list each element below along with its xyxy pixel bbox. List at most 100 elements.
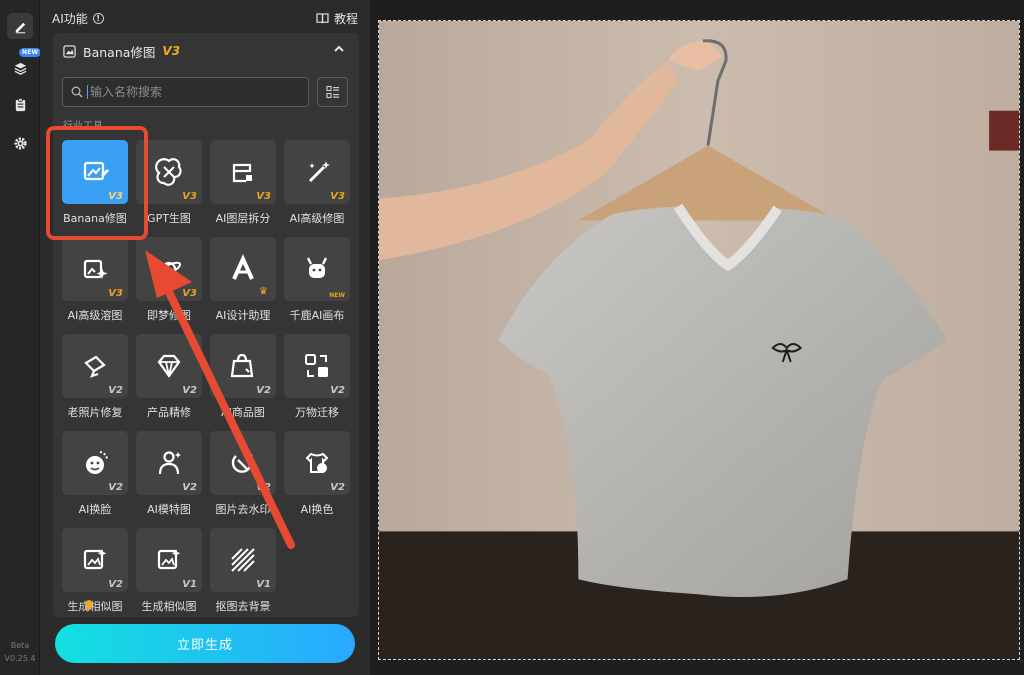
version-number: V0.25.4 [4, 654, 36, 663]
diamond-icon [157, 354, 181, 378]
tool-label: 抠图去背景 [215, 600, 271, 613]
tool-tile[interactable]: V2 [62, 431, 128, 495]
tool-label: 图片去水印 [215, 503, 271, 516]
tool-version-tag: V3 [182, 191, 197, 202]
generate-button[interactable]: 立即生成 [55, 624, 355, 663]
watermark-remove-icon [231, 452, 253, 473]
chevron-up-icon[interactable] [333, 43, 345, 55]
deer-icon [306, 257, 328, 278]
tool-item[interactable]: V2 老照片修复 [62, 334, 128, 422]
selection-highlight [46, 126, 148, 240]
list-icon [325, 85, 339, 99]
tool-item[interactable]: V2 AI模特图 [136, 431, 202, 519]
similar-image-icon-2 [157, 549, 181, 570]
tool-label: AI设计助理 [215, 309, 271, 322]
search-input[interactable] [87, 85, 287, 99]
face-swap-icon [86, 451, 108, 474]
shirt-color-icon [305, 452, 329, 473]
similar-image-icon [83, 549, 107, 570]
tool-version-tag: V2 [108, 579, 123, 590]
tool-tile[interactable]: V2 [210, 431, 276, 495]
scroll-indicator [86, 600, 92, 610]
tool-item[interactable]: V2 生成相似图 [62, 528, 128, 616]
photo-restore-icon [84, 355, 106, 378]
tool-version-tag: V3 [256, 191, 271, 202]
tool-item[interactable]: V2 产品精修 [136, 334, 202, 422]
product-photo[interactable] [378, 20, 1020, 660]
pencil-icon [15, 22, 25, 33]
tool-tile[interactable]: V3 [284, 140, 350, 204]
tool-item[interactable]: NEW 千鹿AI画布 [284, 237, 350, 325]
tool-tile[interactable]: V2 [284, 431, 350, 495]
tool-version-tag: V2 [330, 385, 345, 396]
tool-item[interactable]: V3 AI高级溶图 [62, 237, 128, 325]
tool-version-tag: V2 [108, 482, 123, 493]
layers-split-icon [232, 163, 252, 183]
tool-item[interactable]: V2 AI商品图 [210, 334, 276, 422]
card-version-tag: V3 [162, 44, 181, 58]
tool-item[interactable]: V2 万物迁移 [284, 334, 350, 422]
shopping-bag-icon [230, 353, 254, 378]
tool-item[interactable]: V2 AI换脸 [62, 431, 128, 519]
tool-tile[interactable]: V3 [210, 140, 276, 204]
tool-item[interactable]: V2 AI换色 [284, 431, 350, 519]
clipboard-button[interactable] [7, 91, 33, 117]
crown-icon: ♛ [259, 286, 268, 297]
tool-label: AI换脸 [78, 503, 112, 516]
tool-tile[interactable]: V3 [136, 237, 202, 301]
clipboard-icon [15, 97, 25, 111]
tool-tile[interactable]: V2 [136, 334, 202, 398]
layers-button[interactable]: NEW [7, 48, 42, 81]
tool-item[interactable]: V3 即梦修图 [136, 237, 202, 325]
design-a-icon [232, 254, 254, 280]
tool-version-tag: V2 [108, 385, 123, 396]
tool-tile[interactable]: V2 [62, 528, 128, 592]
tool-tile[interactable]: V1 [210, 528, 276, 592]
tool-version-tag: V1 [182, 579, 197, 590]
search-box[interactable] [62, 77, 309, 107]
tool-item[interactable]: V1 抠图去背景 [210, 528, 276, 616]
tool-version-tag: NEW [329, 292, 345, 299]
tool-version-tag: V3 [108, 288, 123, 299]
search-icon [71, 86, 83, 98]
magic-wand-icon [308, 161, 330, 183]
tool-tile[interactable]: V2 [284, 334, 350, 398]
tshirt-photo-image [379, 21, 1019, 659]
tool-tile[interactable]: V2 [136, 431, 202, 495]
tool-label: 产品精修 [147, 406, 191, 419]
tool-version-tag: V2 [256, 385, 271, 396]
tool-card: Banana修图 V3 行业工具 V3Banana修图V3GPT生图V3AI图层… [53, 33, 359, 617]
image-sparkle-icon [83, 259, 108, 279]
tool-item[interactable]: V3 AI高级修图 [284, 140, 350, 228]
tutorial-link[interactable]: 教程 [316, 10, 358, 27]
tool-version-tag: V3 [330, 191, 345, 202]
tool-tile[interactable]: V3 [62, 237, 128, 301]
remove-bg-icon [231, 548, 255, 572]
canvas-area [370, 0, 1024, 675]
tool-item[interactable]: V2 图片去水印 [210, 431, 276, 519]
panel-header: AI功能 ! 教程 [52, 9, 358, 27]
tool-tile[interactable]: V2 [62, 334, 128, 398]
info-icon[interactable]: ! [92, 12, 104, 24]
tool-item[interactable]: V1 生成相似图 [136, 528, 202, 616]
card-title: Banana修图 V3 [63, 42, 180, 60]
tool-item[interactable]: V3 AI图层拆分 [210, 140, 276, 228]
tool-tile[interactable]: NEW [284, 237, 350, 301]
tool-label: 生成相似图 [67, 600, 123, 613]
model-icon [158, 451, 181, 475]
tool-label: AI模特图 [147, 503, 191, 516]
book-icon [316, 12, 329, 23]
tool-item[interactable]: ♛ AI设计助理 [210, 237, 276, 325]
edit-tool-button[interactable] [7, 13, 33, 39]
tool-tile[interactable]: V1 [136, 528, 202, 592]
tool-label: 千鹿AI画布 [289, 309, 345, 322]
tool-label: AI高级溶图 [67, 309, 123, 322]
ai-features-panel: AI功能 ! 教程 Banana修图 V3 行业工具 V3Banana修图V3G… [40, 0, 370, 675]
gear-icon [13, 136, 27, 150]
settings-button[interactable] [7, 130, 33, 156]
tool-label: 万物迁移 [295, 406, 339, 419]
tool-tile[interactable]: ♛ [210, 237, 276, 301]
list-view-button[interactable] [317, 77, 348, 107]
version-beta: Beta [10, 641, 30, 650]
tool-tile[interactable]: V2 [210, 334, 276, 398]
